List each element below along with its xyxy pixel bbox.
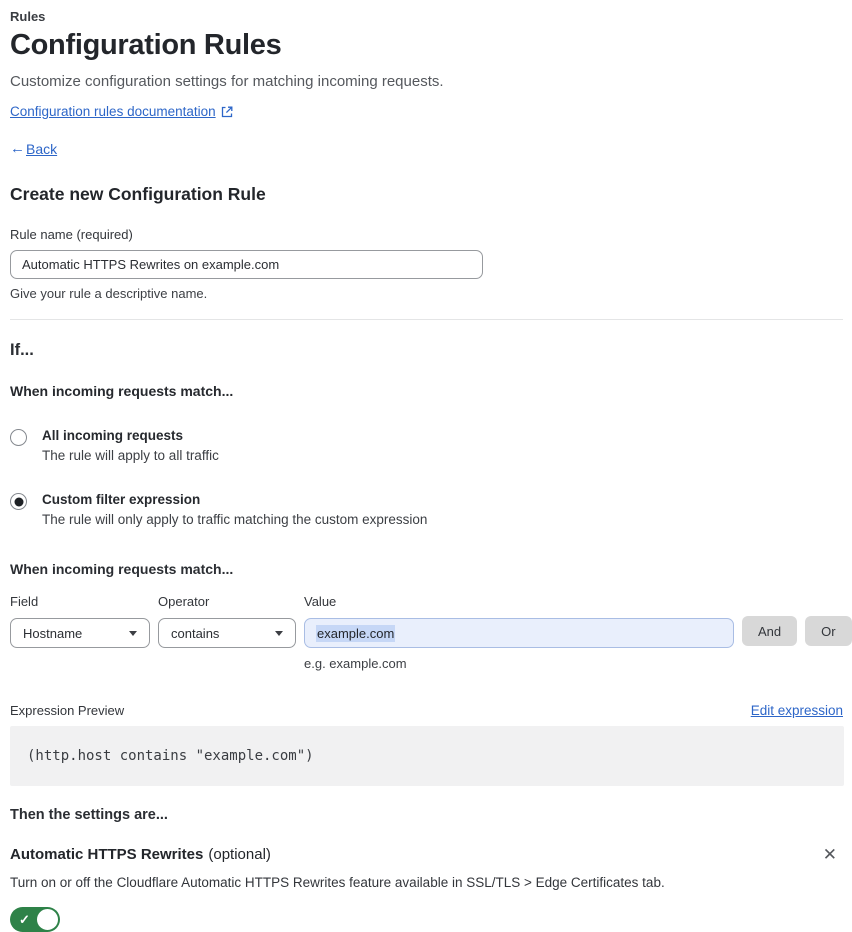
checkmark-icon: ✓ [19, 911, 30, 927]
setting-optional-tag: (optional) [208, 846, 271, 863]
breadcrumb: Rules [10, 9, 46, 24]
documentation-link[interactable]: Configuration rules documentation [10, 104, 216, 119]
rule-name-label: Rule name (required) [10, 227, 133, 242]
page-title: Configuration Rules [10, 29, 282, 61]
field-select-value: Hostname [23, 625, 83, 641]
operator-select-value: contains [171, 625, 220, 641]
radio-label: Custom filter expression [42, 492, 201, 507]
radio-button-checked[interactable] [10, 493, 27, 510]
value-input[interactable]: example.com [304, 618, 734, 648]
if-heading: If... [10, 341, 34, 359]
value-helper: e.g. example.com [304, 656, 407, 671]
operator-label: Operator [158, 594, 210, 609]
rule-name-helper: Give your rule a descriptive name. [10, 286, 208, 301]
expression-builder-row: Field Hostname Operator contains Value e… [10, 594, 852, 671]
expression-code-text: (http.host contains "example.com") [27, 748, 314, 764]
section-divider [10, 319, 843, 320]
page-subtitle: Customize configuration settings for mat… [10, 73, 444, 90]
radio-description: The rule will apply to all traffic [42, 448, 219, 463]
radio-description: The rule will only apply to traffic matc… [42, 512, 428, 527]
back-arrow-icon: ← [10, 140, 25, 157]
or-button[interactable]: Or [805, 616, 852, 646]
radio-label: All incoming requests [42, 428, 184, 443]
automatic-https-rewrites-toggle[interactable]: ✓ [10, 907, 60, 932]
match-type-heading: When incoming requests match... [10, 383, 234, 399]
back-link[interactable]: Back [26, 141, 57, 157]
toggle-knob [36, 908, 59, 931]
value-label: Value [304, 594, 337, 609]
edit-expression-link[interactable]: Edit expression [751, 703, 843, 718]
chevron-down-icon [275, 630, 283, 636]
expression-preview-label: Expression Preview [10, 703, 125, 718]
configuration-rules-page: Rules Configuration Rules Customize conf… [0, 0, 852, 932]
rule-name-input[interactable] [10, 250, 483, 279]
value-input-text: example.com [316, 624, 396, 642]
field-label: Field [10, 594, 39, 609]
setting-title: Automatic HTTPS Rewrites (optional) [10, 846, 271, 863]
then-heading: Then the settings are... [10, 807, 168, 823]
chevron-down-icon [129, 630, 137, 636]
radio-option-all-requests[interactable]: All incoming requests The rule will appl… [10, 428, 843, 463]
expression-preview-code: (http.host contains "example.com") [10, 726, 844, 786]
operator-select[interactable]: contains [158, 618, 296, 648]
create-rule-heading: Create new Configuration Rule [10, 184, 266, 204]
field-select[interactable]: Hostname [10, 618, 150, 648]
radio-option-custom-expression[interactable]: Custom filter expression The rule will o… [10, 492, 843, 527]
radio-button-unchecked[interactable] [10, 429, 27, 446]
close-icon[interactable]: ✕ [817, 846, 843, 863]
and-button[interactable]: And [742, 616, 798, 646]
setting-description: Turn on or off the Cloudflare Automatic … [10, 875, 665, 890]
expression-builder-heading: When incoming requests match... [10, 561, 234, 577]
external-link-icon [221, 106, 233, 118]
